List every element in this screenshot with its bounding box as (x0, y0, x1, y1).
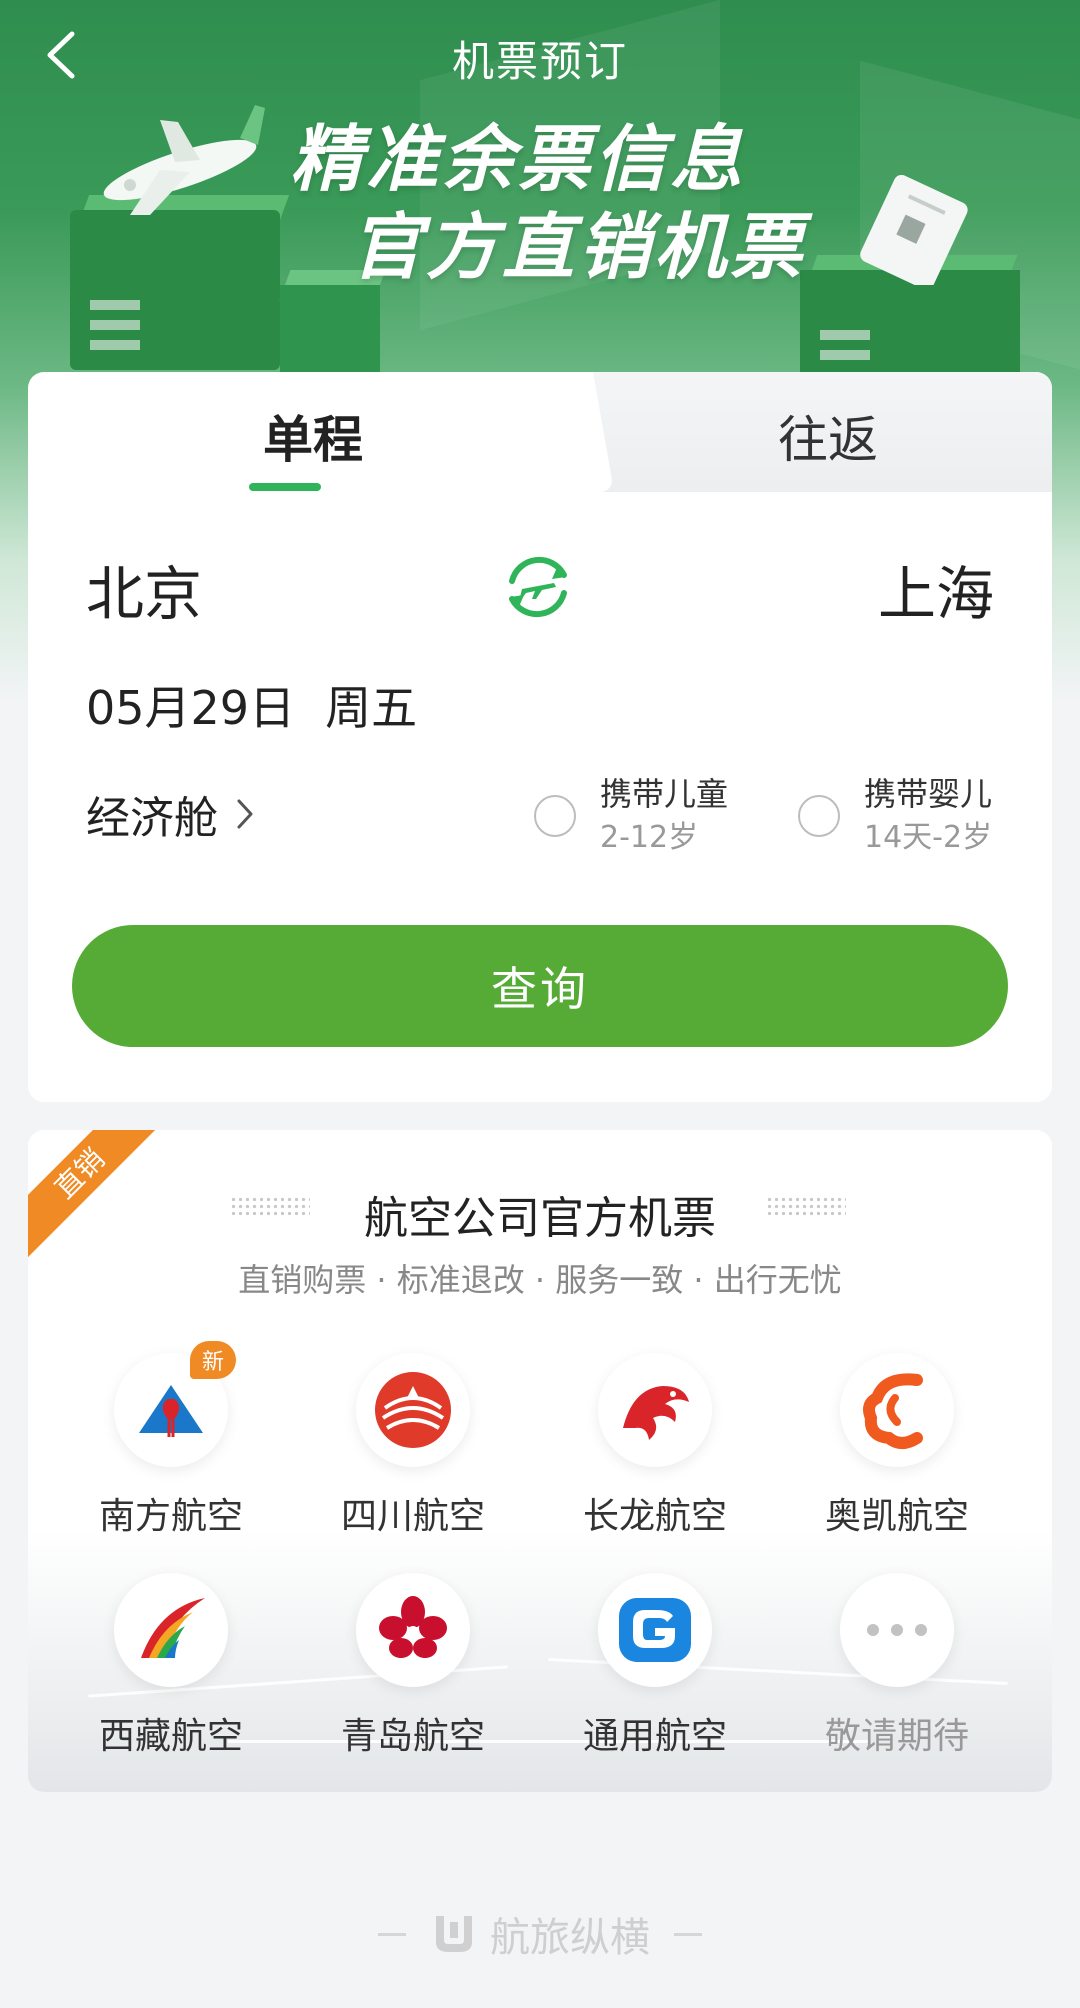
section-subtitle: 直销购票 · 标准退改 · 服务一致 · 出行无忧 (238, 1261, 842, 1299)
airline-item-sichuan[interactable]: 四川航空 (323, 1353, 503, 1539)
airline-item-general-aviation[interactable]: 通用航空 (565, 1573, 745, 1759)
weekday-text: 周五 (325, 681, 418, 735)
okay-airways-icon (863, 1373, 923, 1449)
cabin-class-label: 经济舱 (86, 793, 218, 844)
airline-item-china-southern[interactable]: 新 南方航空 (81, 1341, 261, 1539)
title-decoration-right (766, 1196, 846, 1216)
with-child-option[interactable]: 携带儿童 2-12岁 (534, 772, 728, 860)
airline-item-coming-soon: 敬请期待 (807, 1573, 987, 1759)
banner-slogan-line2: 官方直销机票 (350, 205, 807, 289)
chevron-right-icon (237, 799, 253, 829)
china-southern-icon (139, 1385, 203, 1437)
qingdao-airlines-icon (379, 1596, 447, 1658)
airline-item-tibet[interactable]: 西藏航空 (81, 1573, 261, 1759)
footer-brand: 航旅纵横 (0, 1905, 1080, 1963)
date-text: 05月29日 (86, 681, 296, 735)
airline-name: 通用航空 (582, 1716, 727, 1757)
airline-name: 青岛航空 (340, 1716, 485, 1757)
airline-name: 长龙航空 (582, 1496, 727, 1537)
airline-name: 四川航空 (340, 1496, 485, 1537)
flight-search-card: 单程 往返 北京 上海 05月29日 周五 经济舱 携带儿童 2-12岁 携带婴儿 (28, 372, 1052, 1102)
with-infant-radio[interactable] (798, 795, 840, 837)
new-badge: 新 (190, 1341, 236, 1379)
banner-building (70, 210, 280, 370)
sichuan-airlines-icon (375, 1372, 451, 1448)
departure-date[interactable]: 05月29日 周五 (86, 672, 417, 738)
loong-air-icon (623, 1386, 689, 1440)
with-infant-option[interactable]: 携带婴儿 14天-2岁 (798, 772, 992, 860)
umetrip-logo-icon (436, 1916, 472, 1952)
tibet-airlines-icon (141, 1598, 205, 1658)
query-button[interactable]: 查询 (72, 925, 1008, 1047)
airline-name: 南方航空 (98, 1496, 243, 1537)
airplane-icon (103, 105, 265, 215)
with-infant-age: 14天-2岁 (864, 820, 993, 855)
with-child-label: 携带儿童 (600, 775, 729, 813)
ticket-icon (860, 175, 968, 285)
page-title: 机票预订 (451, 37, 628, 86)
airline-direct-sales-card: 直销 航空公司官方机票 直销购票 · 标准退改 · 服务一致 · 出行无忧 新 … (28, 1130, 1052, 1792)
swap-cities-button[interactable] (498, 547, 578, 627)
airline-name: 奥凯航空 (824, 1496, 969, 1537)
tab-round-trip[interactable]: 往返 (698, 400, 958, 472)
with-child-age: 2-12岁 (600, 820, 699, 855)
active-tab-indicator (249, 483, 321, 491)
airline-item-okay-airways[interactable]: 奥凯航空 (807, 1353, 987, 1539)
footer-brand-name: 航旅纵横 (490, 1915, 650, 1961)
with-infant-label: 携带婴儿 (864, 775, 993, 813)
airline-name: 西藏航空 (98, 1716, 243, 1757)
arrival-city[interactable]: 上海 (878, 547, 994, 631)
trip-type-tabs: 单程 往返 (28, 372, 1052, 492)
airline-item-loong-air[interactable]: 长龙航空 (565, 1353, 745, 1539)
footer-dash (378, 1932, 406, 1936)
general-aviation-icon (619, 1598, 691, 1662)
departure-city[interactable]: 北京 (86, 547, 202, 631)
more-icon (867, 1624, 927, 1636)
tab-one-way[interactable]: 单程 (183, 400, 443, 472)
banner-building (280, 285, 380, 375)
cabin-class-selector[interactable]: 经济舱 (86, 782, 254, 846)
footer-dash (674, 1932, 702, 1936)
airline-item-qingdao[interactable]: 青岛航空 (323, 1573, 503, 1759)
with-child-radio[interactable] (534, 795, 576, 837)
airline-name: 敬请期待 (824, 1716, 969, 1757)
swap-plane-icon (509, 556, 567, 618)
section-title: 航空公司官方机票 (364, 1193, 716, 1244)
